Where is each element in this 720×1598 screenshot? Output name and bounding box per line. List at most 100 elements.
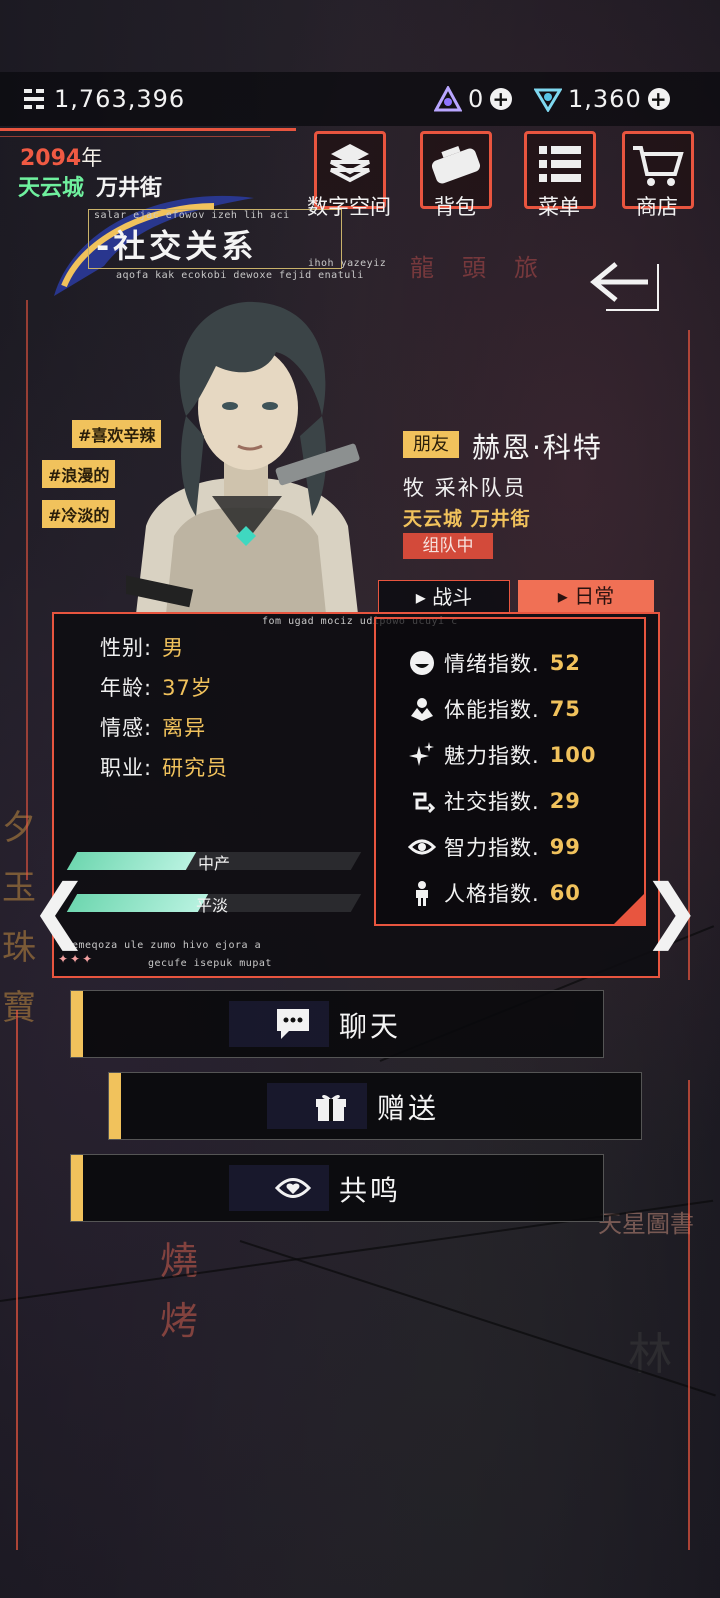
tab-battle[interactable]: ▸ 战斗 <box>378 580 510 613</box>
menu-button[interactable]: 菜单 <box>524 131 596 219</box>
trait-tag: #喜欢辛辣 <box>72 420 162 448</box>
header-line <box>0 128 296 131</box>
next-character-button[interactable]: ❯ <box>642 875 701 945</box>
stat-value: 99 <box>549 835 581 859</box>
stat-label: 体能指数. <box>444 698 540 722</box>
info-age: 年龄: 37岁 <box>100 672 213 702</box>
stat-value: 52 <box>549 651 581 675</box>
status-badge: 组队中 <box>403 533 493 559</box>
stat-charm: 魅力指数. 100 <box>376 735 644 775</box>
frame-right <box>688 1080 690 1550</box>
info-value: 男 <box>162 636 185 660</box>
shop-button[interactable]: 商店 <box>622 131 694 219</box>
triangle-gem-icon <box>434 86 462 112</box>
chat-label: 聊天 <box>339 1010 402 1043</box>
stat-label: 智力指数. <box>444 836 540 860</box>
frame-left-top <box>26 300 28 880</box>
back-arrow-icon[interactable] <box>586 256 664 314</box>
coins-display: 1,763,396 <box>22 72 185 126</box>
character-location: 天云城 万井街 <box>403 508 531 530</box>
stat-value: 29 <box>549 789 581 813</box>
title-deco-bottom: aqofa kak ecokobi dewoxe fejid enatuli <box>116 270 364 281</box>
year-display: 2094年 <box>20 142 102 172</box>
gift-label: 赠送 <box>377 1092 440 1125</box>
stat-label: 情绪指数. <box>444 652 540 676</box>
gem-a-display: 0 + <box>434 72 513 126</box>
coins-value: 1,763,396 <box>54 85 186 113</box>
tab-battle-label: 战斗 <box>432 585 473 609</box>
social-icon <box>408 787 436 815</box>
stats-box: 情绪指数. 52 体能指数. 75 魅力指数. 100 社交指数. 29 智力指数. 99… <box>374 617 646 926</box>
wealth-bar-fill <box>66 852 197 870</box>
stat-intellect: 智力指数. 99 <box>376 827 644 867</box>
stat-social: 社交指数. 29 <box>376 781 644 821</box>
chat-icon <box>277 1009 309 1039</box>
tab-daily-label: 日常 <box>574 584 615 608</box>
stamina-icon <box>408 695 436 723</box>
panel-deco-bottom-1: emeqoza ule zumo hivo ejora a <box>72 940 262 951</box>
resonate-label: 共鸣 <box>339 1174 402 1207</box>
stat-mood: 情绪指数. 52 <box>376 643 644 683</box>
eye-icon <box>408 833 436 861</box>
info-label: 年龄: <box>100 676 153 700</box>
year-number: 2094 <box>20 146 82 171</box>
prev-character-button[interactable]: ❮ <box>30 875 89 945</box>
stat-value: 60 <box>549 881 581 905</box>
panel-deco-bottom-2: gecufe isepuk mupat <box>148 958 272 969</box>
gift-accent <box>109 1073 121 1139</box>
page-title: -社交关系 <box>96 227 258 265</box>
wealth-bar-label: 中产 <box>198 854 231 873</box>
add-gem-b-button[interactable]: + <box>647 88 670 110</box>
coin-icon <box>24 89 44 109</box>
resource-bar: 1,763,396 0 + 1,360 + <box>0 72 720 126</box>
person-icon <box>408 879 436 907</box>
gem-b-value: 1,360 <box>568 85 642 113</box>
bg-sign-11: 寶 <box>2 988 36 1028</box>
mood-icon <box>408 649 436 677</box>
trait-tag: #浪漫的 <box>42 460 116 488</box>
digital-space-label: 数字空间 <box>307 195 391 219</box>
header-line-2 <box>0 136 270 137</box>
crystal-icon <box>534 88 562 112</box>
panel-dots: ✦✦✦ <box>58 952 95 966</box>
sparkle-icon <box>408 741 436 769</box>
character-portrait <box>126 301 360 614</box>
info-value: 离异 <box>162 716 207 740</box>
info-relationship: 情感: 离异 <box>100 712 206 742</box>
resonate-button[interactable]: 共鸣 <box>70 1154 604 1222</box>
stat-value: 100 <box>549 743 597 767</box>
stat-value: 75 <box>549 697 581 721</box>
info-gender: 性别: 男 <box>100 632 184 662</box>
stat-stamina: 体能指数. 75 <box>376 689 644 729</box>
gift-icon <box>316 1094 346 1121</box>
bg-sign-3: 旅 <box>514 254 538 282</box>
tab-daily[interactable]: ▸ 日常 <box>518 580 654 612</box>
chat-button[interactable]: 聊天 <box>70 990 604 1058</box>
trait-tag: #冷淡的 <box>42 500 116 528</box>
stats-corner <box>614 894 644 924</box>
menu-label: 菜单 <box>538 195 580 219</box>
info-value: 研究员 <box>162 756 229 780</box>
stat-label: 社交指数. <box>444 790 540 814</box>
digital-space-button[interactable]: 数字空间 <box>307 131 391 219</box>
character-name: 赫恩·科特 <box>472 431 603 464</box>
stat-personality: 人格指数. 60 <box>376 873 644 913</box>
add-gem-a-button[interactable]: + <box>490 88 513 110</box>
title-deco-top: salar ejac efowov izeh lih aci <box>94 210 290 221</box>
resonate-accent <box>71 1155 83 1221</box>
gift-button[interactable]: 赠送 <box>108 1072 642 1140</box>
title-deco-right: ihoh yazeyiz <box>308 258 387 269</box>
info-label: 职业: <box>100 756 153 780</box>
frame-left <box>16 1010 18 1550</box>
bg-sign-1: 龍 <box>410 254 434 282</box>
character-role: 牧 采补队员 <box>403 476 527 500</box>
year-suffix: 年 <box>81 146 103 170</box>
eye-heart-icon <box>275 1178 311 1198</box>
chat-accent <box>71 991 83 1057</box>
backpack-button[interactable]: 背包 <box>420 131 492 219</box>
stat-label: 人格指数. <box>444 882 540 906</box>
info-value: 37岁 <box>162 676 213 700</box>
shop-label: 商店 <box>636 195 678 219</box>
stat-label: 魅力指数. <box>444 744 540 768</box>
bg-sign-2: 頭 <box>462 254 486 282</box>
